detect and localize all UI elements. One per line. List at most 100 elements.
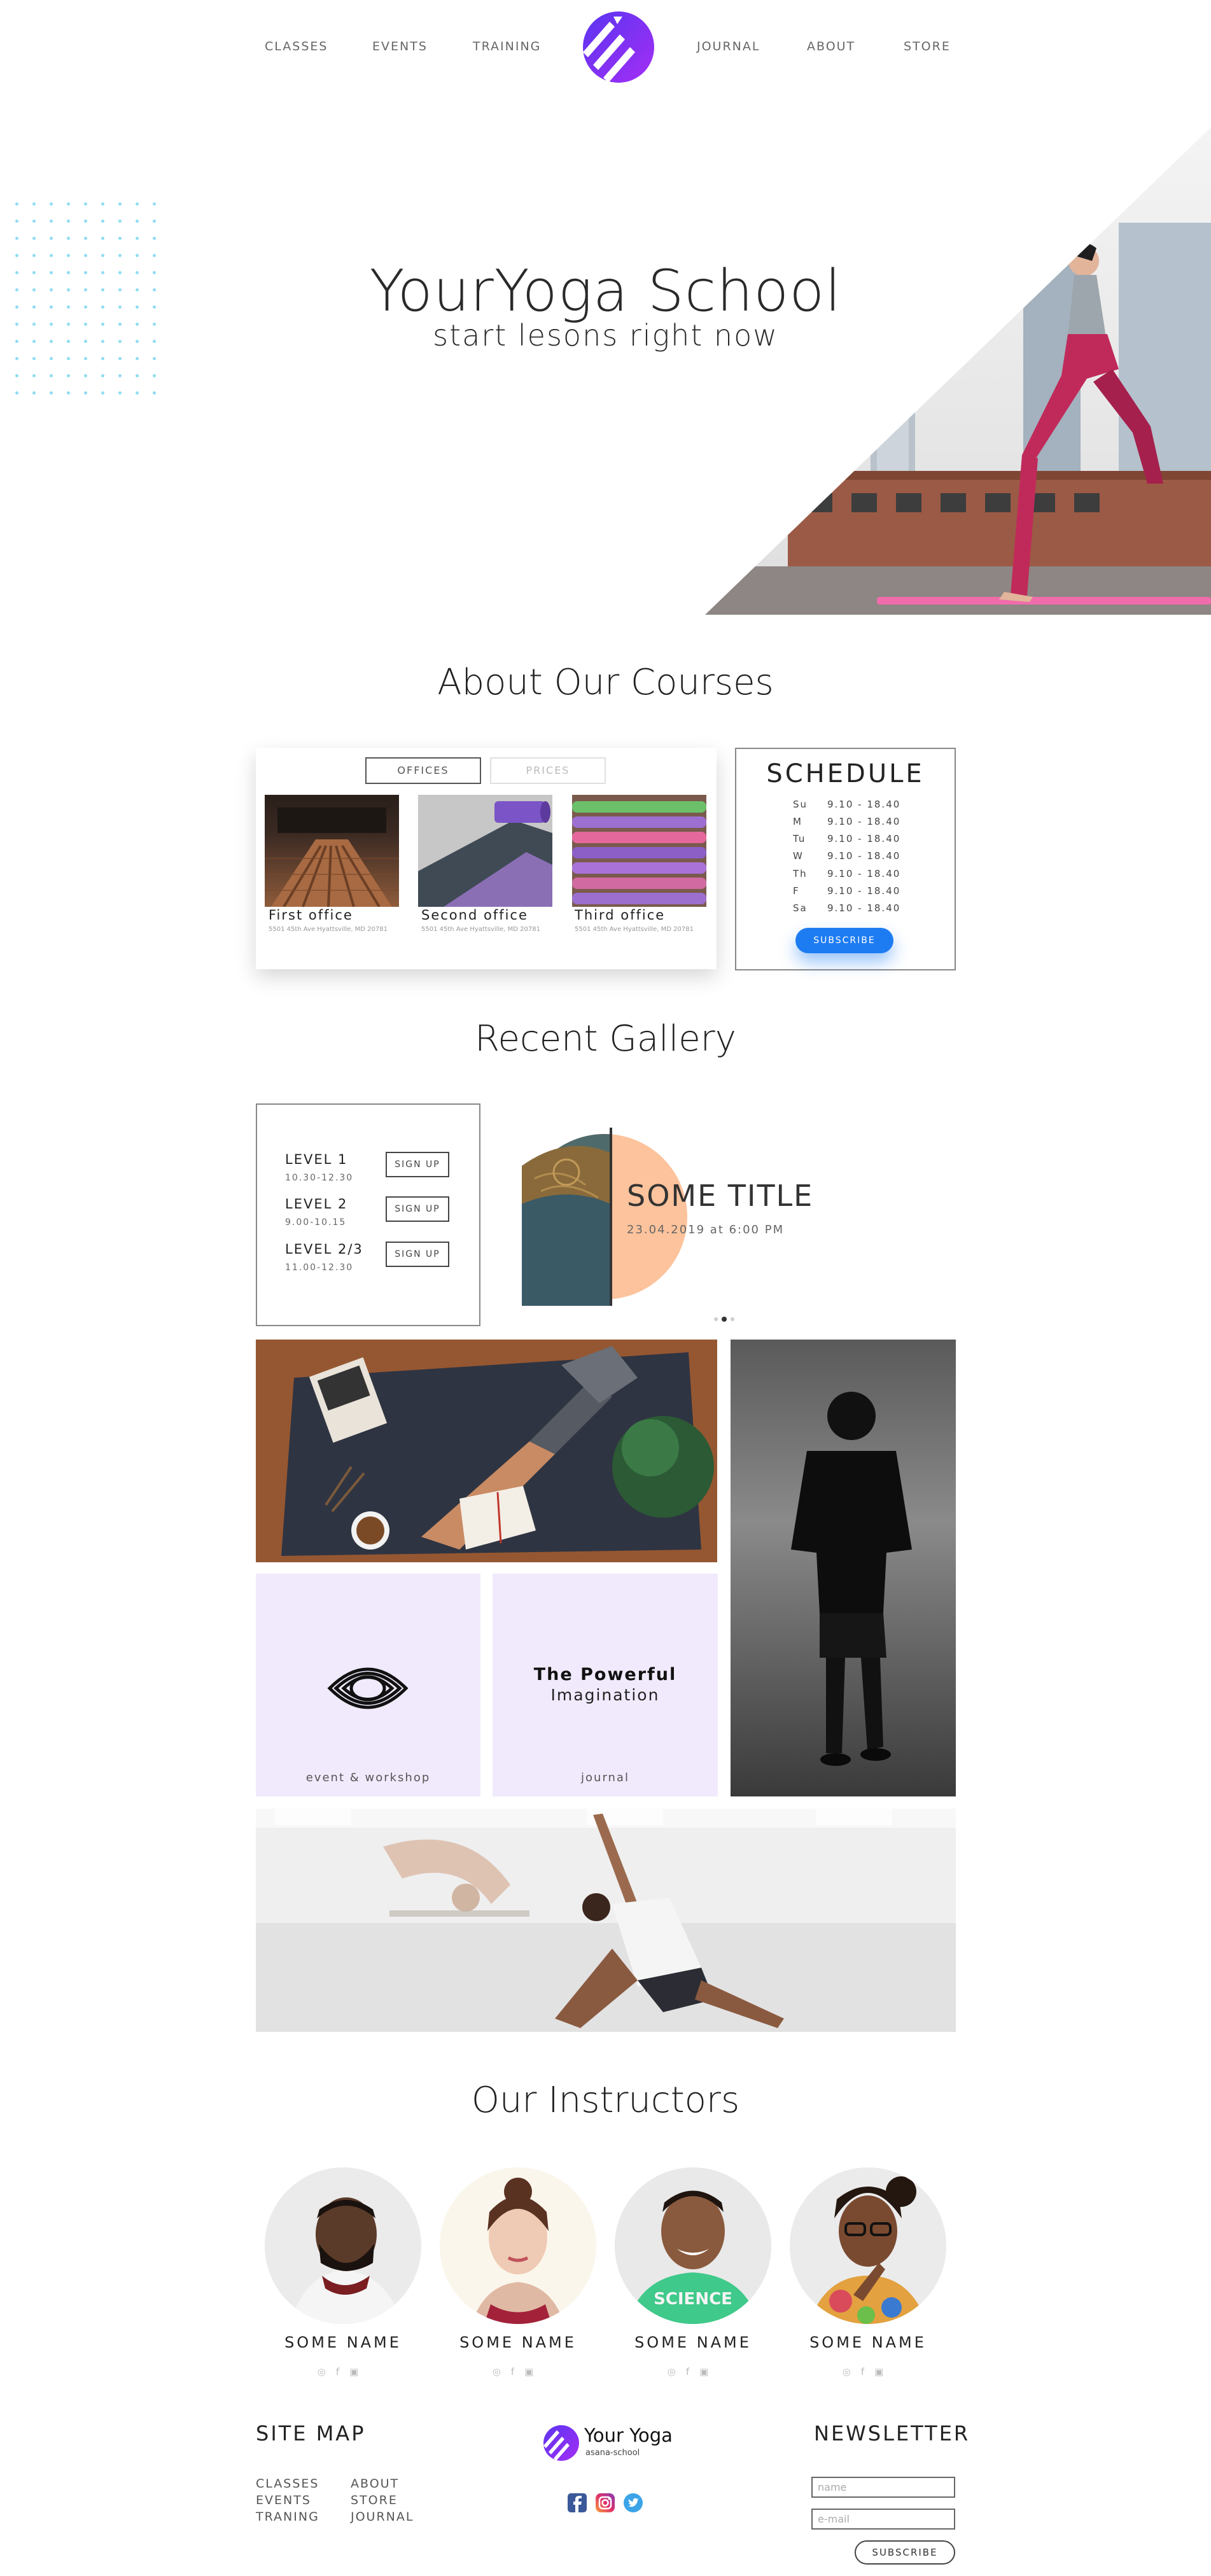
- decorative-dot: [67, 202, 70, 206]
- level-name: LEVEL 2: [285, 1196, 348, 1212]
- tile-event-workshop[interactable]: event & workshop: [256, 1574, 480, 1796]
- nav-store[interactable]: STORE: [904, 39, 951, 53]
- schedule-title: SCHEDULE: [766, 759, 925, 788]
- instructor-name-2: SOME NAME: [459, 2334, 577, 2351]
- decorative-dot: [15, 374, 18, 377]
- hero-title: YourYoga School: [369, 258, 842, 325]
- decorative-dot: [15, 254, 18, 257]
- decorative-dot: [32, 357, 36, 360]
- instructor-avatar-2[interactable]: [440, 2167, 596, 2324]
- decorative-dot: [101, 202, 104, 206]
- instagram-icon[interactable]: [596, 2493, 615, 2512]
- instructor-social-4: ◎f▣: [790, 2366, 946, 2377]
- decorative-dot: [153, 391, 156, 395]
- twitter-icon[interactable]: ▣: [874, 2366, 893, 2377]
- decorative-dot: [50, 391, 53, 395]
- signup-button-level1[interactable]: SIGN UP: [386, 1152, 449, 1177]
- twitter-icon[interactable]: ▣: [699, 2366, 718, 2377]
- decorative-dot: [50, 374, 53, 377]
- decorative-dot: [118, 254, 122, 257]
- sitemap-link-classes[interactable]: CLASSES: [256, 2477, 319, 2491]
- decorative-dot: [136, 254, 139, 257]
- decorative-dot: [101, 220, 104, 223]
- instagram-icon[interactable]: ◎: [318, 2366, 336, 2377]
- tab-offices[interactable]: OFFICES: [365, 757, 481, 784]
- sitemap-link-training[interactable]: TRANING: [256, 2510, 319, 2524]
- carousel-dot-active[interactable]: [722, 1317, 727, 1322]
- office-address-3: 5501 45th Ave Hyattsville, MD 20781: [575, 926, 694, 933]
- decorative-dot: [153, 237, 156, 240]
- sitemap-link-store[interactable]: STORE: [351, 2493, 398, 2507]
- svg-text:SCIENCE: SCIENCE: [654, 2290, 732, 2309]
- decorative-dot: [84, 391, 87, 395]
- office-address-2: 5501 45th Ave Hyattsville, MD 20781: [421, 926, 540, 933]
- tab-prices[interactable]: PRICES: [490, 757, 606, 784]
- instagram-icon[interactable]: ◎: [668, 2366, 686, 2377]
- instagram-icon[interactable]: ◎: [493, 2366, 511, 2377]
- instructor-social-2: ◎f▣: [440, 2366, 596, 2377]
- decorative-dot: [136, 357, 139, 360]
- sitemap-link-about[interactable]: ABOUT: [351, 2477, 399, 2491]
- decorative-dot: [15, 202, 18, 206]
- newsletter-name-input[interactable]: [811, 2477, 955, 2498]
- nav-journal[interactable]: JOURNAL: [697, 39, 760, 53]
- facebook-icon[interactable]: [568, 2493, 587, 2512]
- schedule-row: F 9.10 - 18.40: [793, 885, 901, 897]
- instructor-social-1: ◎f▣: [265, 2366, 421, 2377]
- instagram-icon[interactable]: ◎: [843, 2366, 861, 2377]
- twitter-icon[interactable]: ▣: [349, 2366, 368, 2377]
- instructor-avatar-4[interactable]: [790, 2167, 946, 2324]
- decorative-dot: [67, 391, 70, 395]
- instructor-name-4: SOME NAME: [809, 2334, 927, 2351]
- sitemap-link-events[interactable]: EVENTS: [256, 2493, 311, 2507]
- signup-button-level3[interactable]: SIGN UP: [386, 1242, 449, 1267]
- newsletter-email-input[interactable]: [811, 2509, 955, 2530]
- office-photo-2: [418, 795, 552, 907]
- nav-events[interactable]: EVENTS: [372, 39, 428, 53]
- facebook-icon[interactable]: f: [336, 2366, 349, 2377]
- twitter-icon[interactable]: [624, 2493, 643, 2512]
- instructor-name-3: SOME NAME: [634, 2334, 752, 2351]
- nav-training[interactable]: TRAINING: [473, 39, 541, 53]
- schedule-row: Tu 9.10 - 18.40: [793, 833, 901, 844]
- decorative-dot: [118, 391, 122, 395]
- facebook-icon[interactable]: f: [511, 2366, 524, 2377]
- sitemap-link-journal[interactable]: JOURNAL: [351, 2510, 414, 2524]
- office-name-2: Second office: [421, 907, 528, 923]
- instructor-avatar-3[interactable]: SCIENCE: [615, 2167, 771, 2324]
- newsletter-subscribe-button[interactable]: SUBSCRIBE: [855, 2540, 955, 2565]
- decorative-dot: [32, 374, 36, 377]
- level-time: 10.30-12.30: [285, 1173, 354, 1183]
- decorative-dot: [118, 202, 122, 206]
- facebook-icon[interactable]: f: [861, 2366, 874, 2377]
- gallery-photo-man: [731, 1340, 956, 1796]
- slide-image: [522, 1128, 687, 1306]
- decorative-dot: [153, 374, 156, 377]
- carousel-dot[interactable]: [714, 1317, 718, 1321]
- page: CLASSES EVENTS TRAINING JOURNAL ABOUT ST…: [0, 0, 1211, 2576]
- decorative-dot: [50, 237, 53, 240]
- decorative-dot: [32, 237, 36, 240]
- schedule-row: Su 9.10 - 18.40: [793, 799, 901, 810]
- schedule-subscribe-button[interactable]: SUBSCRIBE: [795, 928, 893, 953]
- decorative-dot: [50, 357, 53, 360]
- instructor-avatar-1[interactable]: [265, 2167, 421, 2324]
- level-time: 11.00-12.30: [285, 1263, 354, 1273]
- nav-classes[interactable]: CLASSES: [265, 39, 328, 53]
- carousel-dot[interactable]: [731, 1317, 734, 1321]
- newsletter-title: NEWSLETTER: [814, 2421, 970, 2446]
- decorative-dot: [67, 237, 70, 240]
- decorative-dot: [153, 220, 156, 223]
- facebook-icon[interactable]: f: [686, 2366, 699, 2377]
- logo-icon[interactable]: [577, 8, 655, 87]
- tile-caption-event: event & workshop: [305, 1771, 431, 1784]
- office-address-1: 5501 45th Ave Hyattsville, MD 20781: [269, 926, 388, 933]
- decorative-dot: [153, 202, 156, 206]
- nav-about[interactable]: ABOUT: [807, 39, 855, 53]
- slide-date: 23.04.2019 at 6:00 PM: [627, 1223, 785, 1236]
- footer-logo-icon[interactable]: [540, 2423, 580, 2463]
- tile-journal[interactable]: The Powerful Imagination journal: [493, 1574, 718, 1796]
- decorative-dot: [15, 237, 18, 240]
- twitter-icon[interactable]: ▣: [524, 2366, 543, 2377]
- signup-button-level2[interactable]: SIGN UP: [386, 1196, 449, 1222]
